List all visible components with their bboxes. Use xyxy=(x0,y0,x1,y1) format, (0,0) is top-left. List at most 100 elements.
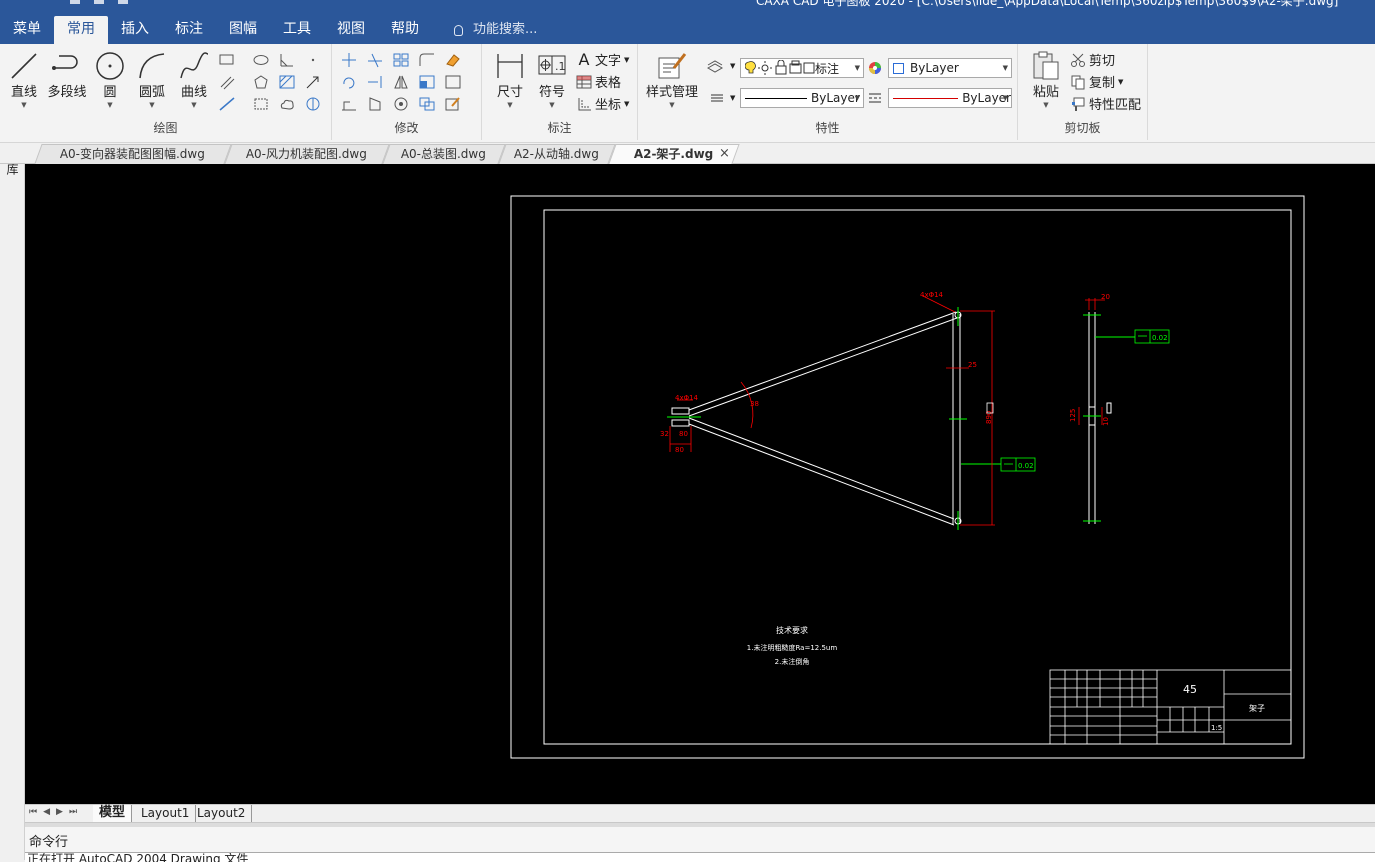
trim-icon[interactable] xyxy=(366,52,384,68)
chevron-down-icon: ▼ xyxy=(1043,101,1049,109)
layout-tab-layout1[interactable]: Layout1 xyxy=(135,805,197,822)
chevron-down-icon[interactable]: ▼ xyxy=(730,62,735,70)
color-combo[interactable]: ByLayer ▼ xyxy=(888,58,1012,78)
window-title: CAXA CAD 电子图板 2020 - [C:\Users\lide_\App… xyxy=(756,0,1339,8)
polyline-button[interactable]: 多段线 xyxy=(44,50,90,101)
coordinate-button[interactable]: 坐标 ▼ xyxy=(576,94,629,113)
stretch-icon[interactable] xyxy=(340,96,358,112)
chevron-down-icon: ▼ xyxy=(624,99,630,108)
curve-button-label: 曲线 xyxy=(180,85,207,100)
cloud-icon[interactable] xyxy=(278,96,296,112)
line-button-label: 直线 xyxy=(10,85,37,100)
match-properties-label: 特性匹配 xyxy=(1089,98,1142,113)
line-button[interactable]: 直线 ▼ xyxy=(2,50,46,109)
match-properties-button[interactable]: 特性匹配 xyxy=(1070,94,1141,113)
table-button[interactable]: 表格 xyxy=(576,72,621,91)
curve-button[interactable]: 曲线 ▼ xyxy=(172,50,216,109)
chevron-down-icon: ▼ xyxy=(107,101,113,109)
edit-icon[interactable] xyxy=(444,96,462,112)
doc-tab-1[interactable]: A0-变向器装配图图幅.dwg xyxy=(34,144,232,164)
point-icon[interactable] xyxy=(304,52,322,68)
dim-10: 10 xyxy=(1102,417,1110,426)
circle-button[interactable]: 圆 ▼ xyxy=(88,50,132,109)
menu-tab-view[interactable]: 视图 xyxy=(324,16,378,44)
svg-text:.1: .1 xyxy=(555,60,566,73)
menu-tab-tools[interactable]: 工具 xyxy=(270,16,324,44)
clipboard-panel: 粘贴 ▼ 剪切 复制 ▼ 特性匹配 剪切板 xyxy=(1018,44,1148,140)
lineweight-combo[interactable]: ByLayer ▼ xyxy=(888,88,1012,108)
modify-panel-title: 修改 xyxy=(394,121,419,135)
layer-combo[interactable]: 标注 ▼ xyxy=(740,58,864,78)
copy-button-label: 复制 xyxy=(1089,76,1116,91)
extend-icon[interactable] xyxy=(366,74,384,90)
arrow-icon[interactable] xyxy=(304,74,322,90)
layer-name: 标注 xyxy=(815,61,840,76)
layout-tab-layout2[interactable]: Layout2 xyxy=(191,805,253,822)
chevron-down-icon[interactable]: ▼ xyxy=(730,94,735,102)
cut-button[interactable]: 剪切 xyxy=(1070,50,1115,69)
doc-tab-5-label: A2-架子.dwg xyxy=(634,147,714,161)
explode-icon[interactable] xyxy=(392,96,410,112)
linestyle-icon[interactable] xyxy=(866,90,884,106)
copy-object-icon[interactable] xyxy=(418,96,436,112)
layer-tool-icon[interactable] xyxy=(706,58,724,74)
ellipse-icon[interactable] xyxy=(252,52,270,68)
doc-tab-4[interactable]: A2-从动轴.dwg xyxy=(498,144,616,164)
drawing-canvas[interactable]: 4xΦ14 4xΦ14 38 32 80 80 25 890 0.02 20 1… xyxy=(25,164,1375,804)
hatch-icon[interactable] xyxy=(278,74,296,90)
eraser-icon[interactable] xyxy=(444,52,462,68)
menu-tab-common[interactable]: 常用 xyxy=(54,16,108,44)
text-button[interactable]: A 文字 ▼ xyxy=(576,50,630,69)
chevron-down-icon: ▼ xyxy=(1002,64,1008,72)
lightbulb-icon xyxy=(454,24,463,36)
region-icon[interactable] xyxy=(304,96,322,112)
dimension-button[interactable]: 尺寸 ▼ xyxy=(488,50,532,109)
function-search[interactable]: 功能搜索... xyxy=(454,16,537,44)
coordinate-icon xyxy=(578,97,591,110)
array-icon[interactable] xyxy=(392,52,410,68)
paste-button[interactable]: 粘贴 ▼ xyxy=(1024,50,1068,109)
offset-icon[interactable] xyxy=(444,74,462,90)
menu-main[interactable]: 菜单 xyxy=(0,16,54,44)
open-file-icon[interactable] xyxy=(94,0,104,4)
mirror-icon[interactable] xyxy=(392,74,410,90)
construction-line-icon[interactable] xyxy=(218,96,236,112)
menu-tab-insert[interactable]: 插入 xyxy=(108,16,162,44)
angle-line-icon[interactable] xyxy=(278,52,296,68)
menu-tab-sheet[interactable]: 图幅 xyxy=(216,16,270,44)
command-history[interactable]: 正在打开 AutoCAD 2004 Drawing 文件 xyxy=(25,852,1375,862)
move-icon[interactable] xyxy=(340,52,358,68)
new-file-icon[interactable] xyxy=(70,0,80,4)
rectangle-icon[interactable] xyxy=(218,52,236,68)
command-area: 命令行 正在打开 AutoCAD 2004 Drawing 文件 xyxy=(25,827,1375,862)
quick-access-toolbar xyxy=(70,0,128,4)
copy-button[interactable]: 复制 ▼ xyxy=(1070,72,1123,91)
menu-tabs: 菜单 常用 插入 标注 图幅 工具 视图 帮助 功能搜索... xyxy=(0,16,537,44)
menu-tab-annotate[interactable]: 标注 xyxy=(162,16,216,44)
doc-tab-2[interactable]: A0-风力机装配图.dwg xyxy=(224,144,390,164)
block-icon[interactable] xyxy=(252,96,270,112)
menu-tab-help[interactable]: 帮助 xyxy=(378,16,432,44)
lineweight-icon[interactable] xyxy=(708,90,726,106)
arc-button[interactable]: 圆弧 ▼ xyxy=(130,50,174,109)
layout-nav-arrows-icon[interactable]: ⏮◀▶⏭ xyxy=(29,807,83,817)
annotate-panel: 尺寸 ▼ .1 符号 ▼ A 文字 ▼ 表格 坐标 ▼ 标注 xyxy=(482,44,638,140)
doc-tab-3[interactable]: A0-总装图.dwg xyxy=(382,144,506,164)
chevron-down-icon: ▼ xyxy=(854,94,860,102)
line-icon xyxy=(11,53,37,79)
chamfer-icon[interactable] xyxy=(366,96,384,112)
close-tab-icon[interactable]: × xyxy=(719,146,730,161)
color-wheel-icon[interactable] xyxy=(866,60,884,76)
parallel-line-icon[interactable] xyxy=(218,74,236,90)
layout-tab-model[interactable]: 模型 xyxy=(93,805,133,822)
fillet-icon[interactable] xyxy=(418,52,436,68)
save-file-icon[interactable] xyxy=(118,0,128,4)
style-manager-button[interactable]: 样式管理 ▼ xyxy=(644,50,700,109)
line-color-preview xyxy=(893,97,959,99)
symbol-button[interactable]: .1 符号 ▼ xyxy=(530,50,574,109)
draw-panel: 直线 ▼ 多段线 圆 ▼ 圆弧 ▼ 曲线 ▼ 绘图 xyxy=(0,44,332,140)
rotate-icon[interactable] xyxy=(340,74,358,90)
scale-icon[interactable] xyxy=(418,74,436,90)
polygon-icon[interactable] xyxy=(252,74,270,90)
linetype-combo[interactable]: ByLayer ▼ xyxy=(740,88,864,108)
